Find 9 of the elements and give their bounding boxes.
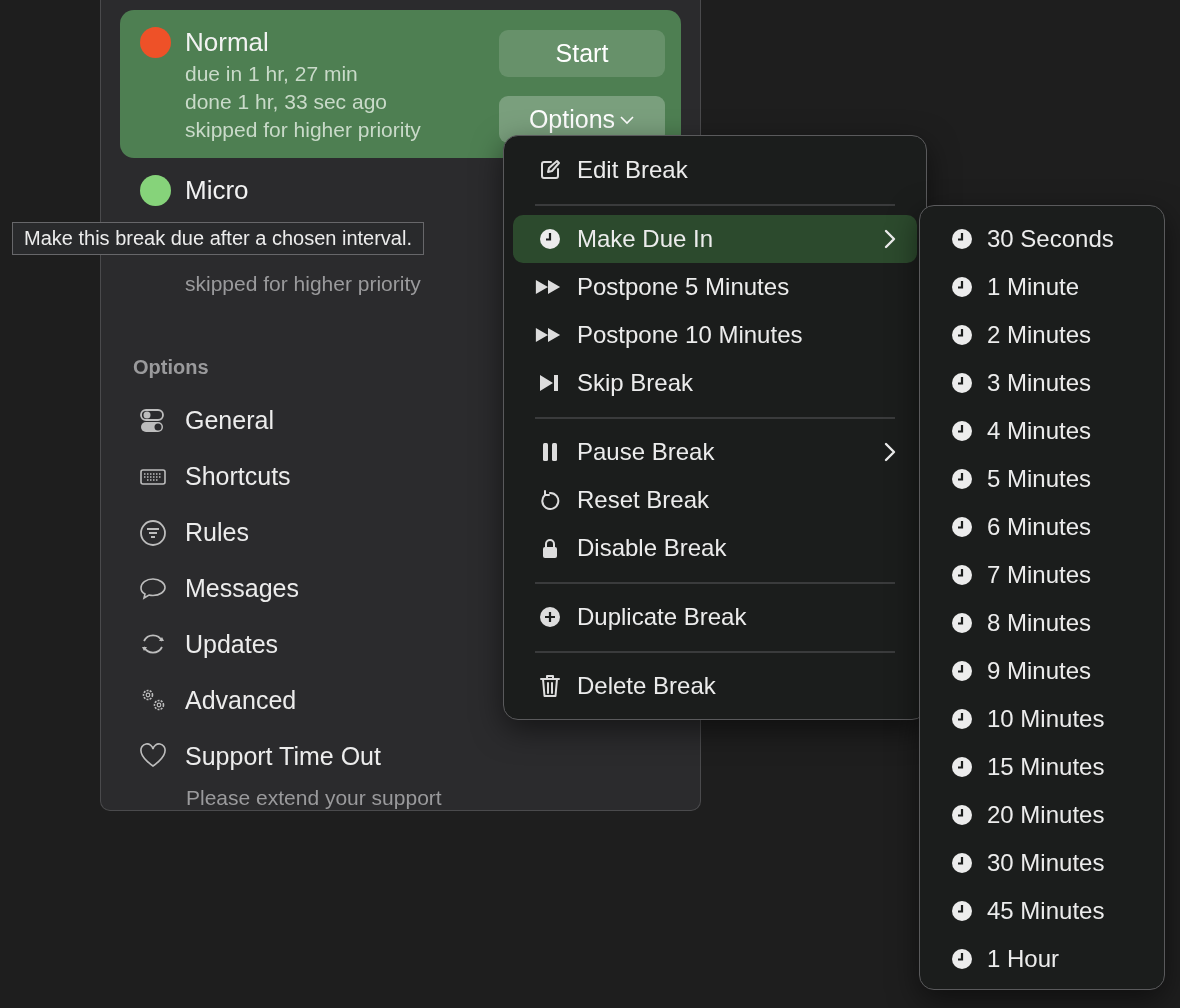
tooltip: Make this break due after a chosen interval. bbox=[12, 222, 424, 255]
break-status: due in 1 hr, 27 min bbox=[185, 61, 358, 87]
break-status: skipped for higher priority bbox=[185, 117, 421, 143]
break-name: Normal bbox=[185, 27, 270, 57]
break-status: skipped for higher priority bbox=[185, 271, 421, 297]
break-name: Micro bbox=[185, 175, 250, 205]
break-status: done 1 hr, 33 sec ago bbox=[185, 89, 387, 115]
support-text: Please extend your support bbox=[185, 786, 443, 810]
section-heading: Options bbox=[133, 356, 210, 379]
